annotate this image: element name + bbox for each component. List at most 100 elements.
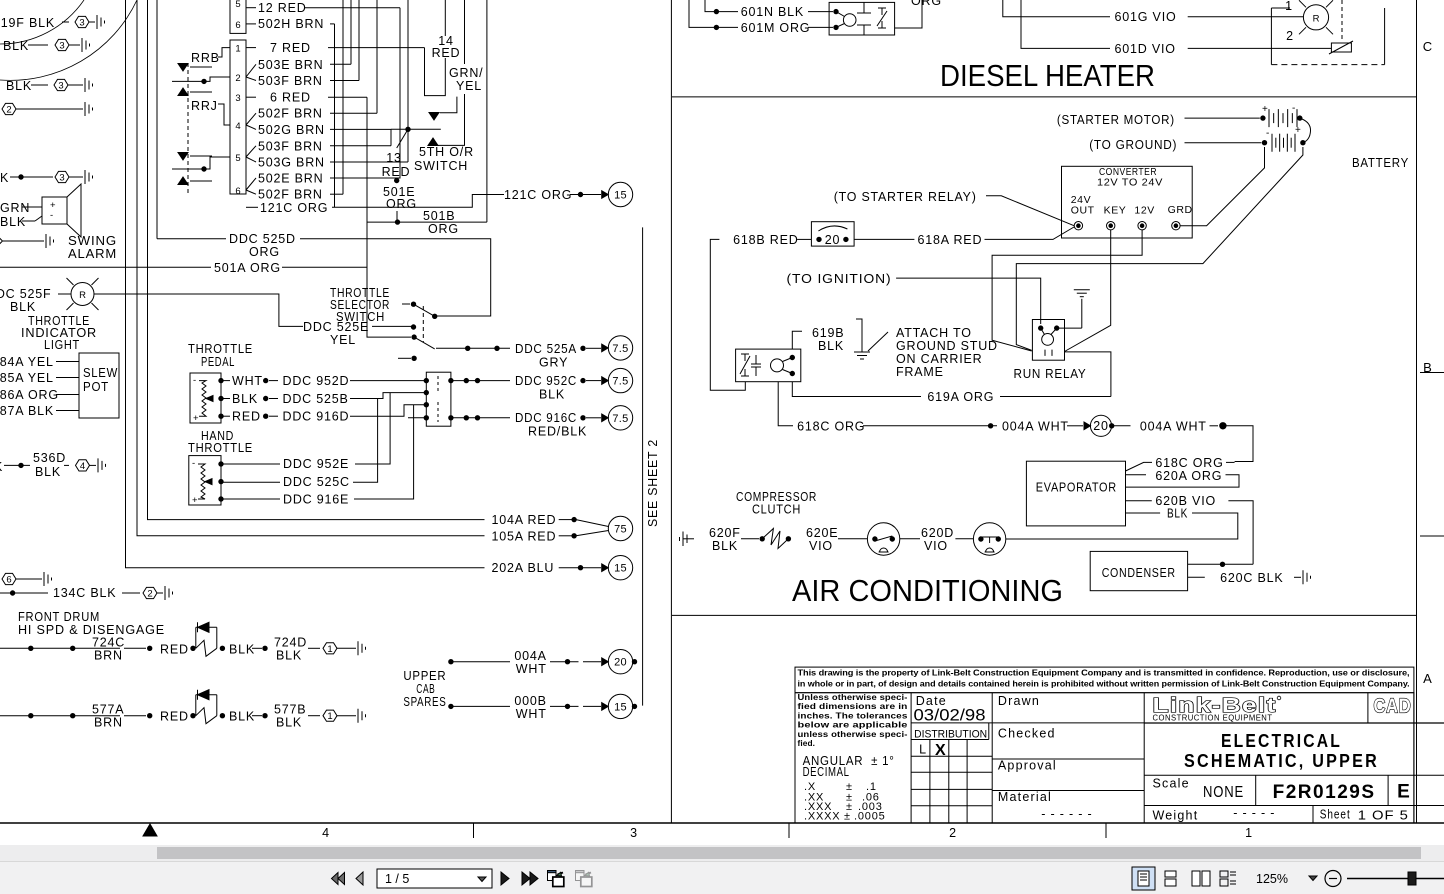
svg-text:BLK: BLK: [0, 215, 26, 229]
svg-text:BLK: BLK: [229, 710, 255, 724]
svg-text:RED: RED: [160, 642, 189, 656]
svg-text:RED: RED: [160, 710, 189, 724]
svg-text:Weight: Weight: [1153, 809, 1199, 823]
svg-text:586A ORG: 586A ORG: [0, 388, 59, 402]
svg-text:SWITCH: SWITCH: [336, 310, 385, 324]
svg-text:DDC 525B: DDC 525B: [283, 392, 349, 406]
svg-text:RRB: RRB: [191, 51, 220, 65]
svg-text:3: 3: [59, 41, 64, 52]
svg-text:KEY: KEY: [1104, 205, 1127, 217]
svg-text:503E BRN: 503E BRN: [258, 58, 323, 72]
svg-text:121C ORG: 121C ORG: [260, 201, 328, 215]
svg-text:fied.: fied.: [798, 738, 816, 748]
svg-text:121C ORG: 121C ORG: [504, 188, 572, 202]
svg-text:UPPER: UPPER: [403, 669, 446, 683]
svg-text:EVAPORATOR: EVAPORATOR: [1036, 481, 1117, 495]
svg-text:(TO GROUND): (TO GROUND): [1089, 138, 1177, 152]
svg-text:R: R: [1313, 14, 1320, 25]
svg-text:BLK: BLK: [539, 388, 565, 402]
svg-text:501A ORG: 501A ORG: [214, 261, 281, 275]
svg-text:BLK: BLK: [3, 39, 29, 53]
svg-text:Checked: Checked: [998, 727, 1056, 741]
svg-text:VIO: VIO: [809, 539, 833, 553]
svg-text:601N BLK: 601N BLK: [741, 5, 804, 19]
svg-text:1 OF 5: 1 OF 5: [1358, 809, 1409, 823]
svg-text:GRN: GRN: [0, 201, 30, 215]
svg-text:577B: 577B: [274, 703, 306, 717]
svg-text:004A WHT: 004A WHT: [1002, 420, 1069, 434]
svg-text:DDC 952D: DDC 952D: [283, 374, 350, 388]
svg-text:THROTTLE: THROTTLE: [188, 342, 253, 356]
svg-text:724D: 724D: [274, 635, 307, 649]
svg-text:601G VIO: 601G VIO: [1115, 10, 1177, 24]
svg-text:ORG: ORG: [911, 0, 942, 8]
svg-text:7.5: 7.5: [612, 343, 628, 355]
svg-text:SCHEMATIC, UPPER: SCHEMATIC, UPPER: [1184, 751, 1379, 771]
svg-text:12 RED: 12 RED: [258, 1, 307, 15]
svg-text:501B: 501B: [423, 209, 455, 223]
svg-text:This drawing is the property o: This drawing is the property of Link-Bel…: [798, 668, 1410, 678]
svg-text:20: 20: [614, 657, 627, 669]
svg-text:Drawn: Drawn: [998, 694, 1040, 708]
svg-text:CAD: CAD: [1374, 696, 1412, 718]
svg-text:GRN/: GRN/: [449, 66, 483, 80]
svg-text:2: 2: [1286, 29, 1294, 43]
svg-text:AIR CONDITIONING: AIR CONDITIONING: [792, 573, 1063, 608]
svg-text:105A RED: 105A RED: [492, 530, 557, 544]
svg-text:BRN: BRN: [94, 716, 123, 730]
svg-text:ORG: ORG: [386, 197, 417, 211]
svg-text:BLK: BLK: [232, 392, 258, 406]
svg-text:SLEW: SLEW: [83, 366, 118, 380]
svg-text:-: -: [192, 458, 195, 469]
svg-text:DDC 525F: DDC 525F: [0, 287, 51, 301]
svg-text:BLK: BLK: [712, 539, 738, 553]
svg-text:RUN RELAY: RUN RELAY: [1014, 367, 1087, 381]
svg-text:ATTACH TO: ATTACH TO: [896, 326, 972, 340]
svg-text:BLK: BLK: [276, 716, 302, 730]
svg-text:5: 5: [235, 153, 240, 164]
svg-text:620A ORG: 620A ORG: [1155, 469, 1222, 483]
svg-text:618C ORG: 618C ORG: [797, 420, 865, 434]
svg-text:4: 4: [235, 121, 240, 132]
svg-text:419F BLK: 419F BLK: [0, 16, 55, 30]
svg-text:6: 6: [235, 20, 240, 31]
svg-text:ON CARRIER: ON CARRIER: [896, 352, 982, 366]
svg-text:601M ORG: 601M ORG: [741, 21, 811, 35]
svg-text:THROTTLE: THROTTLE: [188, 441, 253, 455]
svg-text:2: 2: [949, 826, 957, 840]
svg-text:SWITCH: SWITCH: [414, 159, 468, 173]
svg-text:619A ORG: 619A ORG: [927, 390, 994, 404]
svg-text:FRONT DRUM: FRONT DRUM: [18, 610, 100, 624]
svg-text:Scale: Scale: [1153, 777, 1190, 791]
svg-text:BLK: BLK: [229, 642, 255, 656]
svg-text:618B RED: 618B RED: [733, 233, 798, 247]
svg-text:DDC 525C: DDC 525C: [283, 475, 350, 489]
svg-text:620E: 620E: [806, 526, 838, 540]
svg-text:(STARTER MOTOR): (STARTER MOTOR): [1057, 113, 1175, 127]
svg-text:LIGHT: LIGHT: [44, 338, 80, 352]
svg-text:7.5: 7.5: [612, 413, 628, 425]
svg-text:004A WHT: 004A WHT: [1140, 420, 1207, 434]
svg-text:ELECTRICAL: ELECTRICAL: [1221, 731, 1342, 751]
svg-text:- - - - -: - - - - -: [1233, 806, 1275, 820]
svg-text:DDC 952E: DDC 952E: [283, 457, 349, 471]
svg-text:in whole or in part, of design: in whole or in part, of design and detai…: [798, 679, 1410, 689]
svg-text:502E BRN: 502E BRN: [258, 172, 323, 186]
svg-text:RED/BLK: RED/BLK: [528, 425, 587, 439]
svg-text:618A RED: 618A RED: [918, 233, 983, 247]
svg-text:3: 3: [235, 93, 240, 104]
svg-text:CONSTRUCTION EQUIPMENT: CONSTRUCTION EQUIPMENT: [1153, 714, 1273, 723]
svg-text:VIO: VIO: [924, 539, 948, 553]
svg-text:724C: 724C: [92, 635, 125, 649]
svg-text:±: ±: [844, 811, 851, 823]
svg-text:DECIMAL: DECIMAL: [803, 765, 850, 779]
svg-text:SPARES: SPARES: [403, 695, 446, 709]
svg-text:NONE: NONE: [1203, 784, 1244, 801]
svg-text:SWING: SWING: [68, 234, 117, 248]
svg-text:+: +: [193, 413, 199, 424]
svg-text:+: +: [1295, 125, 1301, 136]
svg-text:2: 2: [6, 105, 11, 116]
svg-text:20: 20: [825, 233, 841, 247]
svg-text:CAB: CAB: [416, 682, 435, 696]
svg-text:6: 6: [235, 186, 240, 197]
